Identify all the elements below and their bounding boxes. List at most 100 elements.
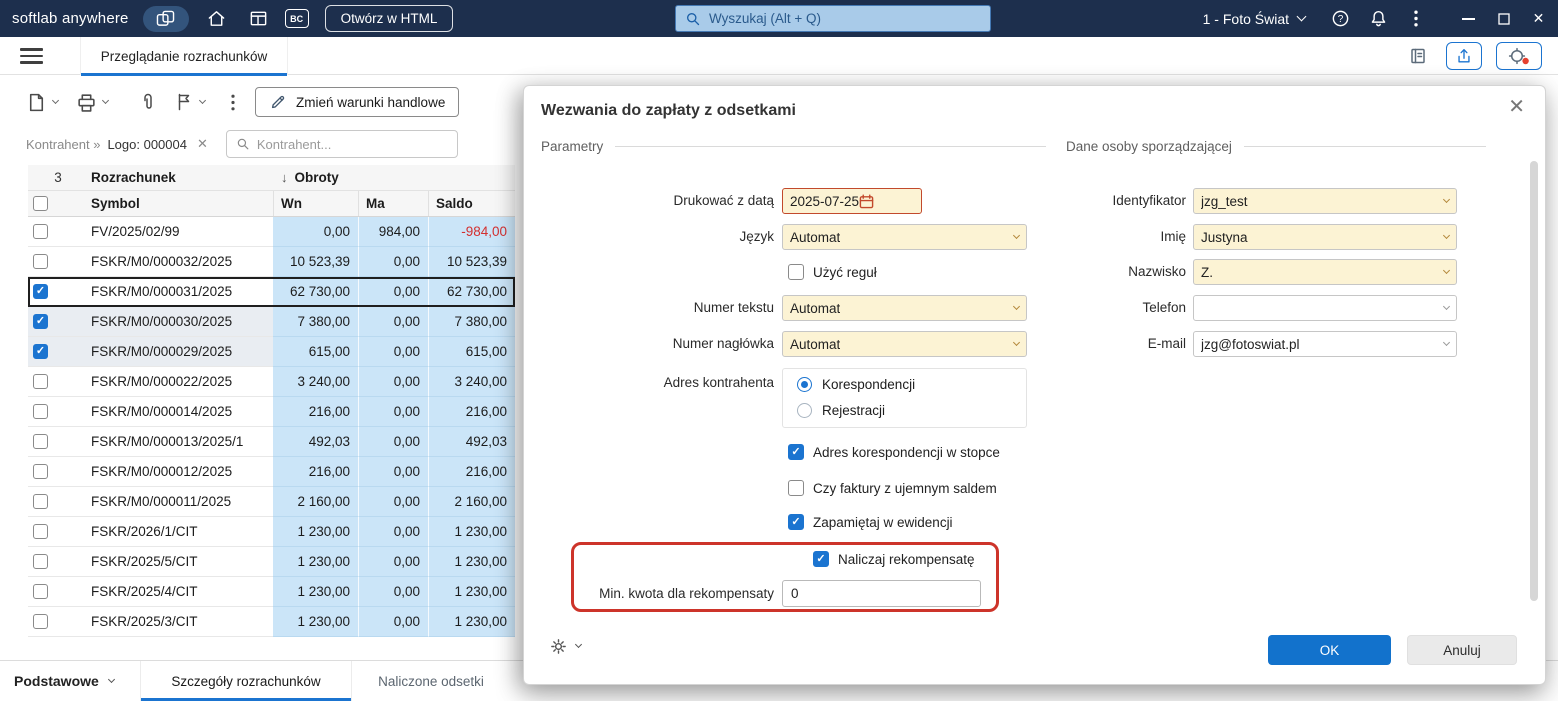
radio-button[interactable]: [797, 377, 812, 392]
firstname-dropdown[interactable]: Justyna: [1193, 224, 1457, 250]
dialog-settings-button[interactable]: [549, 637, 583, 656]
row-checkbox[interactable]: [33, 254, 48, 269]
row-checkbox[interactable]: [33, 224, 48, 239]
contractor-search[interactable]: [225, 130, 458, 158]
use-rules-checkbox[interactable]: [788, 264, 804, 280]
contractor-search-input[interactable]: [256, 136, 448, 152]
table-row[interactable]: FSKR/M0/000011/2025 2 160,00 0,00 2 160,00: [28, 487, 515, 517]
home-button[interactable]: [203, 5, 231, 33]
assistant-button[interactable]: [1496, 42, 1542, 70]
open-in-html-button[interactable]: Otwórz w HTML: [324, 5, 454, 32]
remember-checkbox[interactable]: [788, 514, 804, 530]
toolbar-more-button[interactable]: [231, 94, 235, 111]
footer-address-checkbox-row[interactable]: Adres korespondencji w stopce: [788, 442, 1000, 462]
close-window-button[interactable]: ✕: [1521, 0, 1556, 37]
more-menu-button[interactable]: [1400, 5, 1432, 33]
negative-invoices-checkbox-row[interactable]: Czy faktury z ujemnym saldem: [788, 478, 997, 498]
help-button[interactable]: ?: [1324, 5, 1356, 33]
row-checkbox[interactable]: [33, 494, 48, 509]
radio-button[interactable]: [797, 403, 812, 418]
change-trade-terms-button[interactable]: Zmień warunki handlowe: [255, 87, 460, 117]
table-row[interactable]: FSKR/2025/3/CIT 1 230,00 0,00 1 230,00: [28, 607, 515, 637]
menu-button[interactable]: [20, 48, 43, 64]
apps-switcher-button[interactable]: [142, 5, 189, 32]
use-rules-checkbox-row[interactable]: Użyć reguł: [788, 262, 877, 282]
table-row[interactable]: FSKR/2025/5/CIT 1 230,00 0,00 1 230,00: [28, 547, 515, 577]
row-checkbox[interactable]: [33, 314, 48, 329]
ok-button[interactable]: OK: [1268, 635, 1391, 665]
view-group-selector[interactable]: Podstawowe: [14, 661, 115, 701]
row-checkbox[interactable]: [33, 464, 48, 479]
dialog-scrollbar-thumb[interactable]: [1530, 161, 1538, 601]
row-checkbox-cell: [28, 277, 88, 307]
column-header-obroty[interactable]: ↓ Obroty: [273, 165, 515, 190]
table-row[interactable]: FSKR/M0/000031/202562 730,000,0062 730,0…: [28, 277, 515, 307]
compensation-checkbox-row[interactable]: Naliczaj rekompensatę: [813, 549, 975, 569]
tab-szczegoly-rozrachunkow[interactable]: Szczegóły rozrachunków: [140, 661, 352, 701]
table-row[interactable]: FSKR/M0/000030/20257 380,000,007 380,00: [28, 307, 515, 337]
table-row[interactable]: FSKR/2025/4/CIT 1 230,00 0,00 1 230,00: [28, 577, 515, 607]
row-checkbox[interactable]: [33, 434, 48, 449]
negative-invoices-checkbox[interactable]: [788, 480, 804, 496]
print-date-field[interactable]: 2025-07-25: [782, 188, 922, 214]
radio-rejestracji[interactable]: Rejestracji: [797, 403, 1026, 418]
bc-module-button[interactable]: BC: [284, 9, 309, 28]
row-checkbox[interactable]: [33, 374, 48, 389]
modules-button[interactable]: [245, 5, 273, 33]
lastname-dropdown[interactable]: Z.: [1193, 259, 1457, 285]
remember-checkbox-row[interactable]: Zapamiętaj w ewidencji: [788, 512, 953, 532]
table-row[interactable]: FV/2025/02/99 0,00 984,00 -984,00: [28, 217, 515, 247]
table-row[interactable]: FSKR/M0/000022/2025 3 240,00 0,00 3 240,00: [28, 367, 515, 397]
row-checkbox[interactable]: [33, 614, 48, 629]
row-checkbox[interactable]: [33, 584, 48, 599]
maximize-button[interactable]: [1486, 0, 1521, 37]
label-imie: Imię: [1160, 229, 1186, 244]
attachments-button[interactable]: [138, 92, 158, 112]
compensation-checkbox[interactable]: [813, 551, 829, 567]
select-all-checkbox[interactable]: [33, 196, 48, 211]
sort-descending-icon[interactable]: ↓: [281, 170, 288, 185]
footer-address-checkbox[interactable]: [788, 444, 804, 460]
cell-symbol: FSKR/M0/000011/2025: [88, 487, 273, 517]
phone-dropdown[interactable]: [1193, 295, 1457, 321]
global-search[interactable]: [675, 5, 991, 32]
email-dropdown[interactable]: jzg@fotoswiat.pl: [1193, 331, 1457, 357]
row-checkbox[interactable]: [33, 344, 48, 359]
tab-przegladanie-rozrachunkow[interactable]: Przeglądanie rozrachunków: [80, 37, 288, 76]
identifier-dropdown[interactable]: jzg_test: [1193, 188, 1457, 214]
label-adres-kontrahenta: Adres kontrahenta: [663, 375, 774, 390]
table-row[interactable]: FSKR/M0/000029/2025615,000,00615,00: [28, 337, 515, 367]
row-checkbox[interactable]: [33, 554, 48, 569]
row-checkbox[interactable]: [33, 284, 48, 299]
tab-naliczone-odsetki[interactable]: Naliczone odsetki: [352, 661, 510, 701]
table-row[interactable]: FSKR/M0/000032/2025 10 523,39 0,00 10 523,3…: [28, 247, 515, 277]
table-row[interactable]: FSKR/M0/000012/2025 216,00 0,00 216,00: [28, 457, 515, 487]
row-checkbox[interactable]: [33, 524, 48, 539]
radio-korespondencji[interactable]: Korespondencji: [797, 377, 1026, 392]
table-row[interactable]: FSKR/M0/000014/2025 216,00 0,00 216,00: [28, 397, 515, 427]
table-row[interactable]: FSKR/M0/000013/2025/1 492,03 0,00 492,03: [28, 427, 515, 457]
row-checkbox[interactable]: [33, 404, 48, 419]
column-header-rozrachunek[interactable]: Rozrachunek: [88, 165, 273, 190]
side-panel-button[interactable]: [1408, 46, 1428, 66]
global-search-input[interactable]: [709, 11, 981, 26]
cancel-button[interactable]: Anuluj: [1407, 635, 1517, 665]
share-button[interactable]: [1446, 42, 1482, 70]
print-button[interactable]: [76, 92, 110, 113]
notifications-button[interactable]: [1362, 5, 1394, 33]
minimize-button[interactable]: [1451, 0, 1486, 37]
new-document-button[interactable]: [26, 92, 60, 113]
close-dialog-icon[interactable]: ✕: [1508, 97, 1525, 117]
column-header-symbol[interactable]: Symbol: [88, 191, 273, 216]
column-header-saldo[interactable]: Saldo: [428, 191, 515, 216]
cell-wn: 1 230,00: [273, 517, 358, 547]
remove-filter-icon[interactable]: ✕: [197, 136, 208, 152]
company-selector[interactable]: 1 - Foto Świat: [1203, 11, 1307, 27]
column-header-wn[interactable]: Wn: [273, 191, 358, 216]
cell-saldo: 1 230,00: [428, 547, 515, 577]
table-row[interactable]: FSKR/2026/1/CIT 1 230,00 0,00 1 230,00: [28, 517, 515, 547]
flag-filter-button[interactable]: [174, 92, 207, 112]
min-amount-input[interactable]: [782, 580, 981, 607]
column-header-ma[interactable]: Ma: [358, 191, 428, 216]
calendar-icon[interactable]: [859, 194, 874, 209]
